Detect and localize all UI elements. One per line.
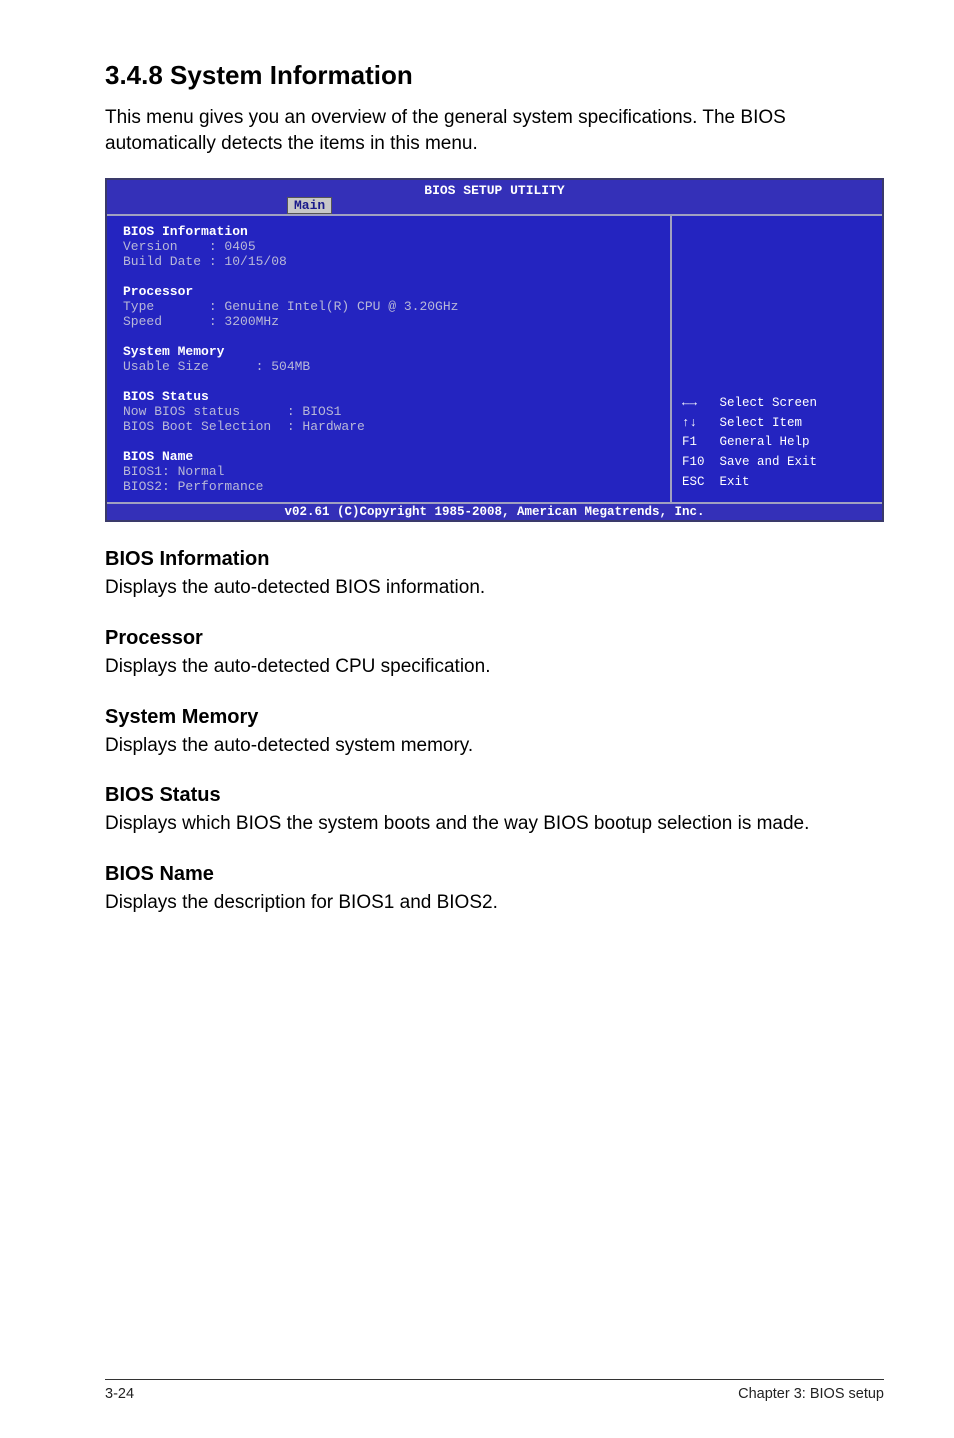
- hint-exit: ESC Exit: [682, 475, 872, 491]
- sub-bios-info: BIOS Information: [105, 548, 884, 571]
- memory-header: System Memory: [123, 344, 658, 359]
- sub-processor: Processor: [105, 627, 884, 650]
- sub-bios-name-text: Displays the description for BIOS1 and B…: [105, 890, 884, 916]
- bios-version: Version : 0405: [123, 239, 658, 254]
- bios-copyright: v02.61 (C)Copyright 1985-2008, American …: [107, 502, 882, 520]
- bios-content-left: BIOS Information Version : 0405 Build Da…: [107, 214, 672, 502]
- hint-select-screen: ←→ Select Screen: [682, 396, 872, 412]
- bios-boot-selection: BIOS Boot Selection : Hardware: [123, 419, 658, 434]
- processor-type: Type : Genuine Intel(R) CPU @ 3.20GHz: [123, 299, 658, 314]
- bios-tab-main[interactable]: Main: [287, 197, 332, 214]
- sub-system-memory-text: Displays the auto-detected system memory…: [105, 733, 884, 759]
- bios-name-header: BIOS Name: [123, 449, 658, 464]
- sub-processor-text: Displays the auto-detected CPU specifica…: [105, 654, 884, 680]
- processor-speed: Speed : 3200MHz: [123, 314, 658, 329]
- processor-header: Processor: [123, 284, 658, 299]
- bios-status-header: BIOS Status: [123, 389, 658, 404]
- bios-info-header: BIOS Information: [123, 224, 658, 239]
- hint-select-item: ↑↓ Select Item: [682, 416, 872, 432]
- sub-bios-status-text: Displays which BIOS the system boots and…: [105, 811, 884, 837]
- section-heading: 3.4.8 System Information: [105, 60, 884, 91]
- intro-text: This menu gives you an overview of the g…: [105, 105, 884, 156]
- bios1-name: BIOS1: Normal: [123, 464, 658, 479]
- bios-panel: BIOS SETUP UTILITY Main BIOS Information…: [105, 178, 884, 522]
- chapter-label: Chapter 3: BIOS setup: [738, 1386, 884, 1402]
- sub-bios-status: BIOS Status: [105, 784, 884, 807]
- hint-save-exit: F10 Save and Exit: [682, 455, 872, 471]
- sub-bios-name: BIOS Name: [105, 863, 884, 886]
- bios2-name: BIOS2: Performance: [123, 479, 658, 494]
- bios-build-date: Build Date : 10/15/08: [123, 254, 658, 269]
- bios-header: BIOS SETUP UTILITY Main: [107, 180, 882, 214]
- sub-bios-info-text: Displays the auto-detected BIOS informat…: [105, 575, 884, 601]
- footer-divider: [105, 1379, 884, 1380]
- hint-general-help: F1 General Help: [682, 435, 872, 451]
- sub-system-memory: System Memory: [105, 706, 884, 729]
- bios-title: BIOS SETUP UTILITY: [424, 183, 564, 198]
- bios-help-panel: ←→ Select Screen ↑↓ Select Item F1 Gener…: [672, 214, 882, 502]
- page-number: 3-24: [105, 1386, 134, 1402]
- memory-usable: Usable Size : 504MB: [123, 359, 658, 374]
- bios-now-status: Now BIOS status : BIOS1: [123, 404, 658, 419]
- page-footer: 3-24 Chapter 3: BIOS setup: [0, 1379, 954, 1402]
